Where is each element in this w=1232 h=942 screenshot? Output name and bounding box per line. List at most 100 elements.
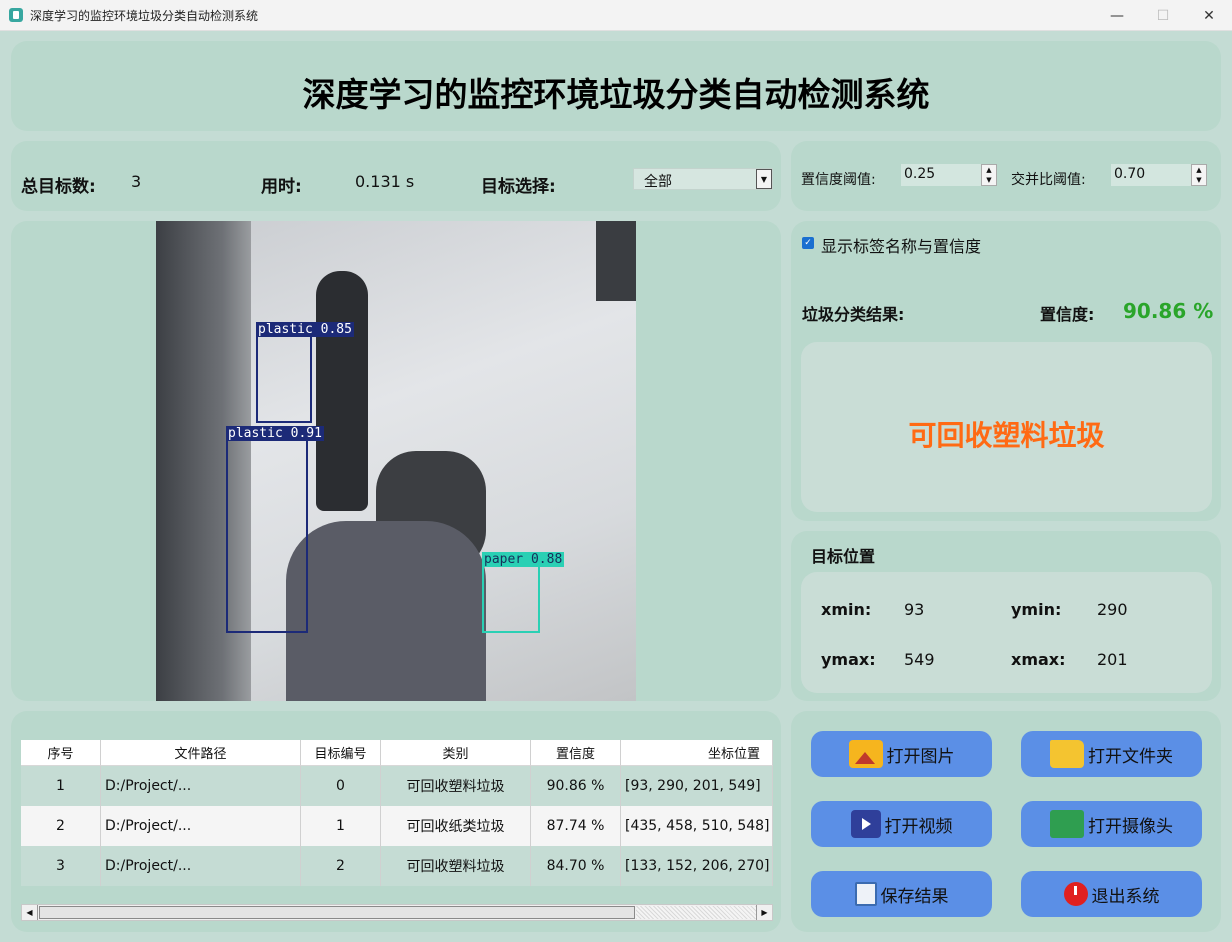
position-box: xmin: 93 ymin: 290 ymax: 549 xmax: 201 [801, 572, 1212, 693]
detection-label: plastic 0.85 [256, 322, 354, 337]
ymax-value: 549 [904, 650, 935, 669]
spin-arrows-icon[interactable]: ▲ ▼ [1191, 164, 1207, 186]
conf-threshold-label: 置信度阈值: [801, 172, 876, 188]
cell-path: D:/Project/... [101, 766, 301, 806]
table-row[interactable]: 3 D:/Project/... 2 可回收塑料垃圾 84.70 % [133,… [21, 846, 773, 886]
open-folder-button[interactable]: 打开文件夹 [1021, 731, 1202, 777]
detection-box: plastic 0.85 [256, 322, 354, 423]
show-labels-label[interactable]: 显示标签名称与置信度 [821, 233, 981, 257]
cell-coords: [133, 152, 206, 270] [621, 846, 773, 886]
save-button[interactable]: 保存结果 [811, 871, 992, 917]
scrollbar-track[interactable] [636, 906, 756, 919]
target-select-value: 全部 [644, 174, 672, 190]
table-row[interactable]: 1 D:/Project/... 0 可回收塑料垃圾 90.86 % [93, … [21, 766, 773, 806]
open-image-button[interactable]: 打开图片 [811, 731, 992, 777]
table-row[interactable]: 2 D:/Project/... 1 可回收纸类垃圾 87.74 % [435,… [21, 806, 773, 846]
target-select[interactable]: 全部 ▼ [633, 168, 773, 190]
detection-box: plastic 0.91 [226, 426, 324, 633]
image-person [286, 521, 486, 701]
cell-confidence: 84.70 % [531, 846, 621, 886]
elapsed-time-value: 0.131 s [355, 172, 415, 191]
minimize-button[interactable]: — [1094, 0, 1140, 31]
col-header-coords[interactable]: 坐标位置 [621, 740, 773, 766]
elapsed-time-label: 用时: [261, 177, 302, 197]
col-header-confidence[interactable]: 置信度 [531, 740, 621, 766]
total-targets-label: 总目标数: [21, 177, 96, 197]
position-title: 目标位置 [811, 547, 876, 566]
iou-threshold-label: 交并比阈值: [1011, 172, 1086, 188]
target-select-label: 目标选择: [481, 177, 556, 197]
image-person [316, 271, 368, 511]
cell-path: D:/Project/... [101, 846, 301, 886]
camera-icon [1050, 810, 1084, 838]
close-button[interactable]: ✕ [1186, 0, 1232, 31]
cell-class: 可回收塑料垃圾 [381, 846, 531, 886]
image-car [596, 221, 636, 301]
iou-threshold-value: 0.70 [1114, 166, 1146, 182]
conf-threshold-value: 0.25 [904, 166, 936, 182]
conf-threshold-spinbox[interactable]: 0.25 ▲ ▼ [901, 164, 997, 186]
threshold-panel: 置信度阈值: 0.25 ▲ ▼ 交并比阈值: 0.70 ▲ ▼ [791, 141, 1221, 211]
open-camera-button[interactable]: 打开摄像头 [1021, 801, 1202, 847]
maximize-button[interactable]: ☐ [1140, 0, 1186, 31]
col-header-class[interactable]: 类别 [381, 740, 531, 766]
cell-class: 可回收塑料垃圾 [381, 766, 531, 806]
cell-confidence: 90.86 % [531, 766, 621, 806]
confidence-value: 90.86 % [1123, 299, 1214, 323]
open-folder-label: 打开文件夹 [1088, 746, 1173, 767]
window-title: 深度学习的监控环境垃圾分类自动检测系统 [30, 9, 259, 23]
table-panel: 序号 文件路径 目标编号 类别 置信度 坐标位置 1 D:/Project/..… [11, 711, 781, 932]
window-titlebar: 深度学习的监控环境垃圾分类自动检测系统 — ☐ ✕ [0, 0, 1232, 31]
cell-coords: [435, 458, 510, 548] [621, 806, 773, 846]
col-header-index[interactable]: 序号 [21, 740, 101, 766]
open-camera-label: 打开摄像头 [1088, 816, 1173, 837]
xmin-label: xmin: [821, 600, 872, 619]
cell-target-id: 0 [301, 766, 381, 806]
cell-path: D:/Project/... [101, 806, 301, 846]
class-result-value: 可回收塑料垃圾 [908, 419, 1105, 452]
xmax-label: xmax: [1011, 650, 1066, 669]
app-title: 深度学习的监控环境垃圾分类自动检测系统 [302, 75, 930, 114]
save-label: 保存结果 [880, 886, 949, 907]
image-panel: plastic 0.85 plastic 0.91 paper 0.88 [11, 221, 781, 701]
chevron-down-icon[interactable]: ▼ [756, 169, 772, 189]
iou-threshold-spinbox[interactable]: 0.70 ▲ ▼ [1111, 164, 1207, 186]
open-video-label: 打开视频 [884, 816, 953, 837]
col-header-target-id[interactable]: 目标编号 [301, 740, 381, 766]
open-video-button[interactable]: 打开视频 [811, 801, 992, 847]
show-labels-checkbox[interactable]: ✓ [802, 237, 814, 249]
ymin-value: 290 [1097, 600, 1128, 619]
folder-icon [1050, 740, 1084, 768]
save-icon [854, 882, 877, 906]
col-header-path[interactable]: 文件路径 [101, 740, 301, 766]
table-horizontal-scrollbar[interactable]: ◀ ▶ [21, 904, 773, 921]
exit-label: 退出系统 [1091, 886, 1160, 907]
scroll-right-icon[interactable]: ▶ [756, 905, 772, 920]
ymin-label: ymin: [1011, 600, 1062, 619]
results-table: 序号 文件路径 目标编号 类别 置信度 坐标位置 1 D:/Project/..… [21, 740, 773, 886]
position-panel: 目标位置 xmin: 93 ymin: 290 ymax: 549 xmax: … [791, 531, 1221, 701]
scroll-left-icon[interactable]: ◀ [22, 905, 38, 920]
power-icon [1063, 882, 1088, 906]
button-panel: 打开图片 打开文件夹 打开视频 打开摄像头 保存结果 退出系统 [791, 711, 1221, 932]
cell-coords: [93, 290, 201, 549] [621, 766, 773, 806]
cell-index: 3 [21, 846, 101, 886]
detection-image: plastic 0.85 plastic 0.91 paper 0.88 [156, 221, 636, 701]
exit-button[interactable]: 退出系统 [1021, 871, 1202, 917]
app-icon [9, 8, 23, 22]
cell-class: 可回收纸类垃圾 [381, 806, 531, 846]
image-icon [848, 740, 883, 768]
result-panel: ✓ 显示标签名称与置信度 垃圾分类结果: 置信度: 90.86 % 可回收塑料垃… [791, 221, 1221, 521]
spin-arrows-icon[interactable]: ▲ ▼ [981, 164, 997, 186]
open-image-label: 打开图片 [886, 746, 955, 767]
detection-label: plastic 0.91 [226, 426, 324, 441]
cell-index: 1 [21, 766, 101, 806]
scrollbar-thumb[interactable] [39, 906, 635, 919]
detection-label: paper 0.88 [482, 552, 565, 567]
confidence-label: 置信度: [1040, 305, 1095, 324]
class-result-box: 可回收塑料垃圾 [801, 342, 1212, 512]
xmax-value: 201 [1097, 650, 1128, 669]
cell-index: 2 [21, 806, 101, 846]
detection-box: paper 0.88 [482, 552, 565, 633]
video-icon [850, 810, 881, 838]
